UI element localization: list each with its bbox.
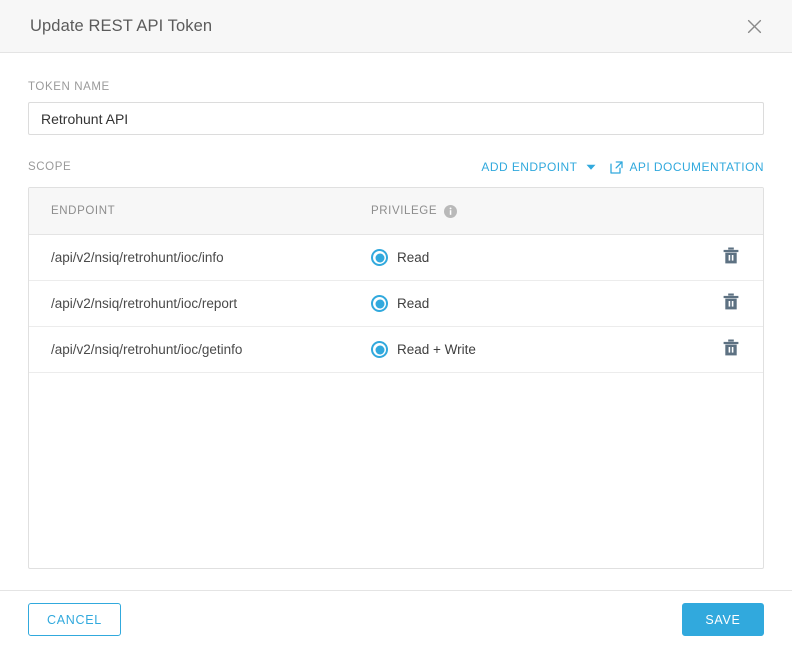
close-button[interactable] [740,12,768,40]
close-icon [747,19,762,34]
token-name-label: TOKEN NAME [28,81,110,93]
privilege-cell: Read [371,295,699,312]
privilege-label: Read + Write [397,341,476,357]
api-documentation-link[interactable]: API DOCUMENTATION [629,160,764,174]
row-actions [699,293,763,315]
scope-table-body: /api/v2/nsiq/retrohunt/ioc/info Read /ap… [29,235,763,568]
row-actions [699,339,763,361]
privilege-cell: Read + Write [371,341,699,358]
cancel-button[interactable]: CANCEL [28,603,121,636]
delete-endpoint-button[interactable] [720,339,742,361]
privilege-radio[interactable] [371,249,388,266]
scope-toolbar: SCOPE ADD ENDPOINT API DOCUMENTATION [28,157,764,177]
save-button[interactable]: SAVE [682,603,764,636]
add-endpoint-button[interactable]: ADD ENDPOINT [481,160,577,174]
dialog-body: TOKEN NAME SCOPE ADD ENDPOINT [0,53,792,590]
scope-table: ENDPOINT PRIVILEGE /api/v2/nsiq/retrohun… [28,187,764,569]
dialog-header: Update REST API Token [0,0,792,53]
column-header-endpoint: ENDPOINT [51,205,116,217]
token-name-input[interactable] [28,102,764,135]
info-icon[interactable] [444,204,458,218]
privilege-cell: Read [371,249,699,266]
endpoint-path: /api/v2/nsiq/retrohunt/ioc/report [51,296,238,311]
table-row: /api/v2/nsiq/retrohunt/ioc/report Read [29,281,763,327]
dialog-title: Update REST API Token [30,16,213,35]
column-header-privilege-label: PRIVILEGE [371,205,438,217]
scope-table-header: ENDPOINT PRIVILEGE [29,188,763,235]
table-row: /api/v2/nsiq/retrohunt/ioc/info Read [29,235,763,281]
chevron-down-icon[interactable] [586,164,596,171]
scope-label: SCOPE [28,161,72,173]
row-actions [699,247,763,269]
update-rest-api-token-dialog: Update REST API Token TOKEN NAME SCOPE A… [0,0,792,648]
privilege-label: Read [397,249,430,265]
dialog-footer: CANCEL SAVE [0,590,792,648]
trash-icon [723,339,739,361]
delete-endpoint-button[interactable] [720,293,742,315]
table-row: /api/v2/nsiq/retrohunt/ioc/getinfo Read … [29,327,763,373]
scope-actions: ADD ENDPOINT API DOCUMENTATION [481,160,764,174]
privilege-radio[interactable] [371,295,388,312]
delete-endpoint-button[interactable] [720,247,742,269]
column-header-privilege: PRIVILEGE [371,204,699,218]
external-link-icon [610,160,624,174]
privilege-label: Read [397,295,430,311]
endpoint-path: /api/v2/nsiq/retrohunt/ioc/getinfo [51,342,243,357]
privilege-radio[interactable] [371,341,388,358]
endpoint-path: /api/v2/nsiq/retrohunt/ioc/info [51,250,224,265]
trash-icon [723,247,739,269]
trash-icon [723,293,739,315]
